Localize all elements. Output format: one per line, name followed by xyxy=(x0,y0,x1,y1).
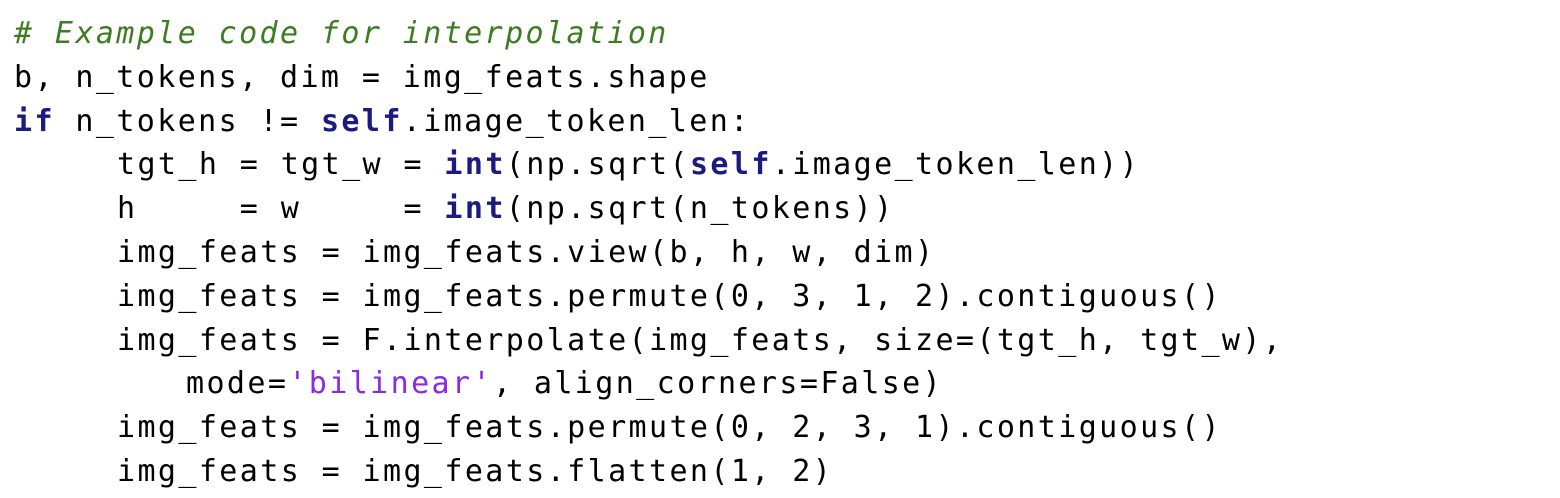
code-text: .image_token_len)) xyxy=(771,147,1141,183)
code-line-permute-1: img_feats = img_feats.permute(0, 3, 1, 2… xyxy=(117,278,1222,314)
code-line-flatten: img_feats = img_feats.flatten(1, 2) xyxy=(117,453,834,489)
code-line-shape: b, n_tokens, dim = img_feats.shape xyxy=(14,59,710,95)
code-line-interpolate: img_feats = F.interpolate(img_feats, siz… xyxy=(117,322,1284,358)
code-text: (np.sqrt(n_tokens)) xyxy=(505,191,895,227)
code-line-interpolate-args: mode='bilinear', align_corners=False) xyxy=(14,362,1560,406)
builtin-int: int xyxy=(444,191,506,227)
code-line-target-size: tgt_h = tgt_w = int(np.sqrt(self.image_t… xyxy=(14,143,1560,187)
code-text: (np.sqrt( xyxy=(505,147,690,183)
builtin-int: int xyxy=(444,147,506,183)
code-text: n_tokens != xyxy=(54,103,321,139)
code-line-source-size: h = w = int(np.sqrt(n_tokens)) xyxy=(14,187,1560,231)
code-line-permute-2: img_feats = img_feats.permute(0, 2, 3, 1… xyxy=(117,410,1222,446)
string-literal: 'bilinear' xyxy=(288,366,493,402)
code-text: tgt_h = tgt_w = xyxy=(117,147,445,183)
code-line-view: img_feats = img_feats.view(b, h, w, dim) xyxy=(117,234,936,270)
keyword-if: if xyxy=(14,103,55,139)
keyword-self: self xyxy=(689,147,772,183)
code-text: h = w = xyxy=(117,191,445,227)
code-line-if: if n_tokens != self.image_token_len: xyxy=(14,100,1560,144)
code-block: # Example code for interpolation b, n_to… xyxy=(0,0,1560,498)
code-text: , align_corners=False) xyxy=(492,366,944,402)
keyword-self: self xyxy=(320,103,403,139)
code-text: mode= xyxy=(186,366,289,402)
code-text: .image_token_len: xyxy=(402,103,751,139)
code-comment: # Example code for interpolation xyxy=(14,16,669,51)
